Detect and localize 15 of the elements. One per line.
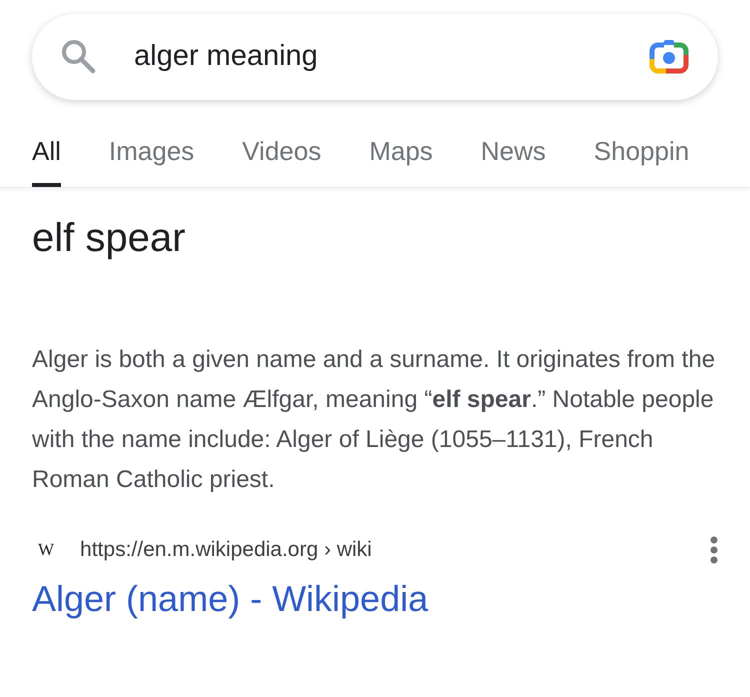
search-icon[interactable] — [60, 38, 98, 76]
search-query[interactable]: alger meaning — [134, 35, 318, 79]
search-tab[interactable]: Maps — [369, 118, 433, 187]
search-tab[interactable]: All — [32, 118, 61, 187]
result-url: https://en.m.wikipedia.org › wiki — [80, 537, 372, 563]
search-tab[interactable]: Videos — [242, 118, 322, 187]
search-tab[interactable]: News — [480, 118, 546, 187]
more-options-icon[interactable] — [710, 536, 718, 564]
search-bar[interactable]: alger meaning — [32, 14, 718, 100]
answer-description: Alger is both a given name and a surname. It originates from the Anglo-Saxon name Ælfgar, meaning “elf spear.” Notable people with the name include: Alger of Liège (1055–1131), French Roman Catholic priest. — [32, 345, 716, 495]
search-tab[interactable]: Shoppin — [594, 118, 690, 187]
result-title-link[interactable]: Alger (name) - Wikipedia — [32, 572, 428, 626]
search-tab[interactable]: Images — [108, 118, 194, 187]
site-favicon: W — [38, 539, 54, 561]
answer-heading: elf spear — [32, 215, 186, 262]
